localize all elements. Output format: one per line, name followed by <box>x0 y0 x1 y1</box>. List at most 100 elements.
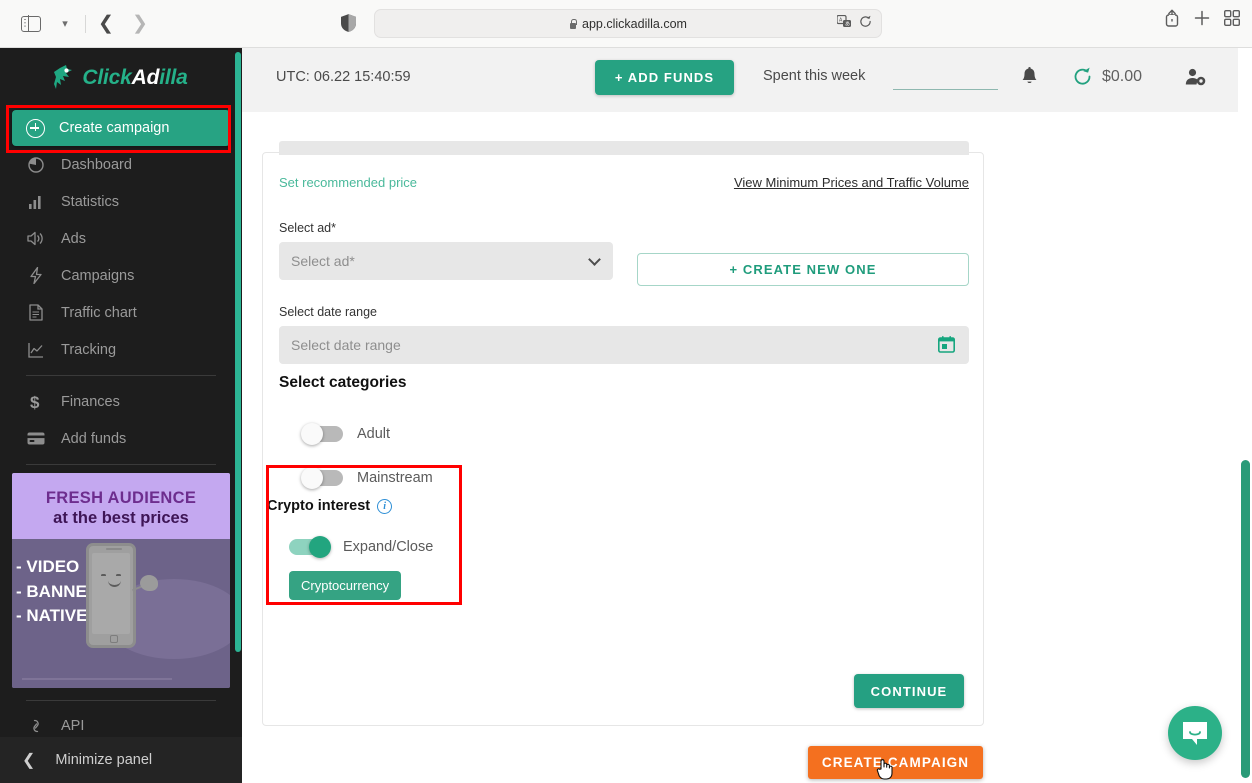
date-range-label: Select date range <box>279 305 377 319</box>
sidebar-item-ads[interactable]: Ads <box>0 220 242 257</box>
translate-icon[interactable]: Aあ <box>836 14 852 31</box>
mouse-cursor <box>876 759 893 780</box>
utc-clock: UTC: 06.22 15:40:59 <box>276 69 411 85</box>
address-bar[interactable]: app.clickadilla.com Aあ <box>374 9 882 38</box>
sidebar-item-label: Add funds <box>61 430 127 447</box>
logo-part-3: illa <box>159 66 188 89</box>
date-range-section: Select date range Select date range <box>279 305 969 364</box>
forward-button[interactable]: ❯ <box>123 9 157 39</box>
sidebar-scroll-pane: ClickAdilla Create campaign Dashboard St… <box>0 48 242 738</box>
calendar-icon[interactable] <box>938 336 955 356</box>
bell-icon[interactable] <box>1020 67 1039 92</box>
intercom-chat-button[interactable] <box>1168 706 1222 760</box>
info-icon[interactable]: i <box>377 498 393 514</box>
sidebar-item-label: Campaigns <box>61 267 135 284</box>
sidebar-item-traffic-chart[interactable]: Traffic chart <box>0 294 242 331</box>
sidebar-item-tracking[interactable]: Tracking <box>0 331 242 368</box>
chevron-down-icon[interactable]: ▾ <box>48 9 82 39</box>
svg-text:あ: あ <box>845 22 850 28</box>
toggle-switch[interactable] <box>301 423 343 445</box>
add-funds-button[interactable]: + ADD FUNDS <box>595 60 734 95</box>
continue-button[interactable]: CONTINUE <box>854 674 964 708</box>
toggle-label: Adult <box>357 426 391 442</box>
user-settings-icon[interactable] <box>1185 68 1206 91</box>
scrolled-off-input[interactable] <box>279 141 969 155</box>
promo-banner[interactable]: FRESH AUDIENCE at the best prices - VIDE… <box>12 473 230 688</box>
shield-icon[interactable] <box>341 14 356 37</box>
line-chart-icon <box>26 342 45 358</box>
page-scrollbar[interactable] <box>1238 48 1252 783</box>
spent-this-week-value <box>893 89 998 90</box>
main-content: Set recommended price View Minimum Price… <box>242 106 1252 783</box>
sidebar-item-label: Statistics <box>61 193 120 210</box>
app-topbar: UTC: 06.22 15:40:59 + ADD FUNDS Spent th… <box>242 48 1252 106</box>
sidebar-scrollbar-thumb[interactable] <box>235 52 241 652</box>
sidebar-item-label: Ads <box>61 230 86 247</box>
sidebar-item-label: Dashboard <box>61 156 132 173</box>
select-ad-label: Select ad* <box>279 221 336 235</box>
sidebar-item-label: Traffic chart <box>61 304 137 321</box>
sidebar-scrollbar[interactable] <box>234 48 242 738</box>
select-categories-title: Select categories <box>279 374 407 391</box>
sidebar-item-statistics[interactable]: Statistics <box>0 183 242 220</box>
browser-toolbar: ▾ ❮ ❯ app.clickadilla.com Aあ <box>0 0 1252 48</box>
create-campaign-button[interactable]: CREATE CAMPAIGN <box>808 746 983 779</box>
page-scrollbar-thumb[interactable] <box>1241 460 1250 778</box>
sidebar: ClickAdilla Create campaign Dashboard St… <box>0 48 242 783</box>
crypto-interest-title: Crypto interest i <box>267 498 467 514</box>
sidebar-item-dashboard[interactable]: Dashboard <box>0 146 242 183</box>
crypto-interest-section: Crypto interest i Expand/Close Cryptocur… <box>267 498 467 600</box>
select-ad-dropdown[interactable]: Select ad* <box>279 242 613 280</box>
svg-text:A: A <box>839 18 843 24</box>
sidebar-item-finances[interactable]: $ Finances <box>0 383 242 420</box>
new-tab-icon[interactable] <box>1194 10 1210 26</box>
toolbar-divider <box>85 14 86 33</box>
chat-bubble-icon <box>1183 722 1207 745</box>
phone-mascot-icon <box>86 543 136 648</box>
speaker-icon <box>26 231 45 246</box>
sidebar-create-campaign-label: Create campaign <box>59 120 170 136</box>
app-logo[interactable]: ClickAdilla <box>0 48 242 96</box>
share-icon[interactable] <box>1164 9 1180 27</box>
date-range-placeholder: Select date range <box>291 337 401 353</box>
sidebar-item-label: API <box>61 717 85 734</box>
sidebar-toggle-icon[interactable] <box>14 9 48 39</box>
tab-overview-icon[interactable] <box>1224 10 1240 26</box>
create-new-ad-button[interactable]: + CREATE NEW ONE <box>637 253 969 286</box>
crypto-expand-close-toggle[interactable]: Expand/Close <box>289 536 467 558</box>
sidebar-item-add-funds[interactable]: Add funds <box>0 420 242 457</box>
promo-banner-header: FRESH AUDIENCE at the best prices <box>12 473 230 539</box>
date-range-input[interactable]: Select date range <box>279 326 969 364</box>
view-minimum-prices-link[interactable]: View Minimum Prices and Traffic Volume <box>734 175 969 190</box>
refresh-icon[interactable] <box>1073 67 1092 91</box>
back-button[interactable]: ❮ <box>89 9 123 39</box>
select-ad-section: Select ad* Select ad* + CREATE NEW ONE <box>279 221 969 286</box>
lightning-icon <box>26 267 45 284</box>
campaign-form-card: Set recommended price View Minimum Price… <box>262 141 984 726</box>
cryptocurrency-chip[interactable]: Cryptocurrency <box>289 571 402 600</box>
sidebar-divider <box>26 464 216 465</box>
toggle-switch[interactable] <box>289 536 331 558</box>
price-links-row: Set recommended price View Minimum Price… <box>279 175 969 190</box>
minimize-panel-button[interactable]: ❮ Minimize panel <box>0 737 242 783</box>
crypto-interest-label: Crypto interest <box>267 498 371 514</box>
application-root: ClickAdilla Create campaign Dashboard St… <box>0 48 1252 783</box>
spent-this-week-label: Spent this week <box>763 68 866 84</box>
gladiator-logo-icon <box>54 65 73 89</box>
sidebar-item-label: Tracking <box>61 341 117 358</box>
content-top-shade <box>242 106 1238 112</box>
lock-icon <box>569 18 578 29</box>
category-toggle-adult[interactable]: Adult <box>301 423 391 445</box>
sidebar-item-campaigns[interactable]: Campaigns <box>0 257 242 294</box>
url-text: app.clickadilla.com <box>582 16 687 31</box>
category-toggle-mainstream[interactable]: Mainstream <box>301 467 433 489</box>
select-ad-placeholder: Select ad* <box>291 253 355 269</box>
sidebar-create-campaign-button[interactable]: Create campaign <box>12 110 230 146</box>
pie-chart-icon <box>26 156 45 173</box>
toggle-switch[interactable] <box>301 467 343 489</box>
toggle-label: Mainstream <box>357 470 433 486</box>
dollar-icon: $ <box>26 393 45 411</box>
set-recommended-price-link[interactable]: Set recommended price <box>279 175 417 190</box>
reload-icon[interactable] <box>859 15 872 31</box>
svg-text:$: $ <box>30 393 40 411</box>
